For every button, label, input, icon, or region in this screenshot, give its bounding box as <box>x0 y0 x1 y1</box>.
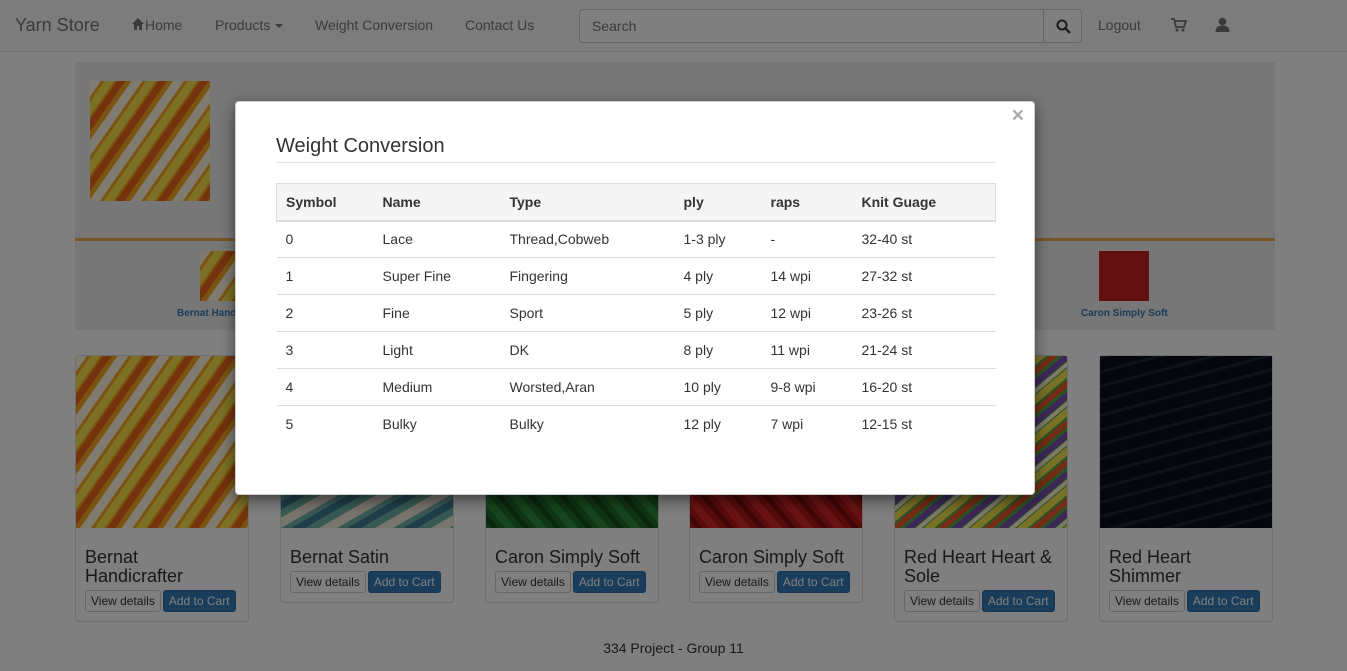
table-cell: Fingering <box>500 257 675 295</box>
table-cell: 5 ply <box>674 294 762 332</box>
table-cell: 32-40 st <box>861 231 913 248</box>
table-cell: DK <box>500 331 675 369</box>
table-cell: Worsted,Aran <box>500 368 675 406</box>
modal-divider <box>276 162 996 163</box>
weight-conversion-table: Symbol Name Type ply raps Knit Guage 0 L… <box>276 183 996 443</box>
table-cell: 16-20 st <box>852 368 996 406</box>
table-cell: 1 <box>276 257 374 295</box>
table-cell: Light <box>373 331 501 369</box>
table-cell: 21-24 st <box>852 331 996 369</box>
modal-title: Weight Conversion <box>276 135 445 157</box>
close-icon[interactable]: × <box>1012 104 1024 128</box>
table-row: 4 Medium Worsted,Aran 10 ply 9-8 wpi 16-… <box>276 368 996 406</box>
table-cell: Bulky <box>373 405 501 443</box>
table-cell: Bulky <box>500 405 675 443</box>
table-cell: 27-32 st <box>852 257 996 295</box>
column-header: Symbol <box>276 183 374 222</box>
table-row: 5 Bulky Bulky 12 ply 7 wpi 12-15 st <box>276 405 996 443</box>
table-cell: 0 <box>285 231 294 248</box>
column-header: Type <box>500 183 675 222</box>
column-header: Knit Guage <box>852 183 996 222</box>
table-header-row: Symbol Name Type ply raps Knit Guage <box>276 183 996 222</box>
table-row: 0 Lace Thread,Cobweb 1-3 ply - 32-40 st <box>277 221 996 258</box>
table-cell: Sport <box>500 294 675 332</box>
table-cell: Super Fine <box>373 257 501 295</box>
table-cell: 1-3 ply <box>683 231 726 248</box>
table-cell: Thread,Cobweb <box>509 231 610 248</box>
table-cell: 4 ply <box>674 257 762 295</box>
table-cell: 10 ply <box>674 368 762 406</box>
table-cell: 12 ply <box>674 405 762 443</box>
table-cell: 9-8 wpi <box>761 368 853 406</box>
column-header: Name <box>373 183 501 222</box>
table-cell: 7 wpi <box>761 405 853 443</box>
table-cell: Lace <box>382 231 413 248</box>
weight-conversion-modal: × Weight Conversion Symbol Name Type ply… <box>235 101 1035 495</box>
table-cell: 4 <box>276 368 374 406</box>
column-header: raps <box>761 183 853 222</box>
table-row: 1 Super Fine Fingering 4 ply 14 wpi 27-3… <box>276 257 996 295</box>
table-cell: 2 <box>276 294 374 332</box>
table-cell: 12 wpi <box>761 294 853 332</box>
table-cell: 5 <box>276 405 374 443</box>
table-cell: 8 ply <box>674 331 762 369</box>
table-cell: 23-26 st <box>852 294 996 332</box>
table-cell: 3 <box>276 331 374 369</box>
table-cell: 12-15 st <box>852 405 996 443</box>
table-row: 2 Fine Sport 5 ply 12 wpi 23-26 st <box>276 294 996 332</box>
column-header: ply <box>674 183 762 222</box>
table-cell: - <box>770 231 776 248</box>
table-cell: Fine <box>373 294 501 332</box>
table-row: 3 Light DK 8 ply 11 wpi 21-24 st <box>276 331 996 369</box>
table-cell: 14 wpi <box>761 257 853 295</box>
table-cell: Medium <box>373 368 501 406</box>
table-cell: 11 wpi <box>761 331 853 369</box>
